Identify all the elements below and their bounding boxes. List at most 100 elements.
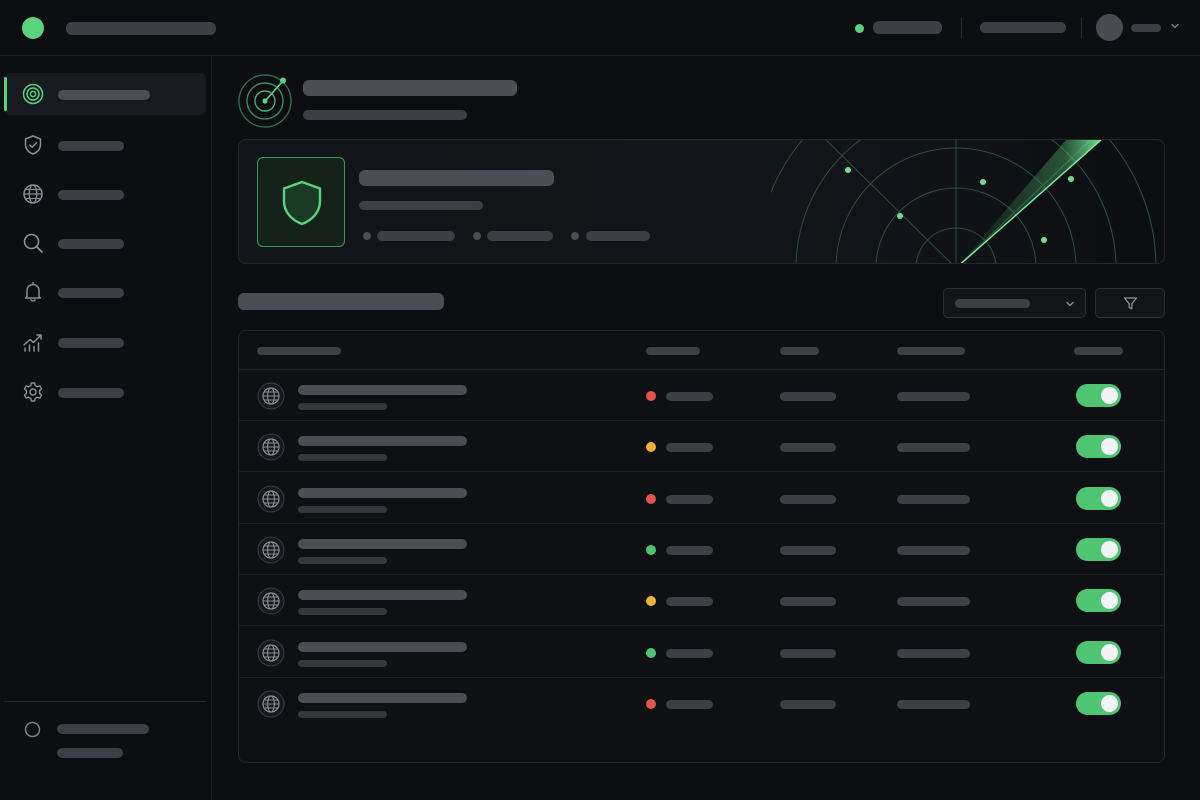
- sidebar-divider: [4, 701, 206, 702]
- table-row[interactable]: [239, 575, 1164, 627]
- table-row[interactable]: [239, 421, 1164, 473]
- enable-toggle[interactable]: [1076, 691, 1121, 715]
- enable-toggle[interactable]: [1076, 537, 1121, 561]
- sources-table: [238, 330, 1165, 763]
- row-name: [298, 692, 467, 703]
- sidebar-item-label: [58, 239, 124, 249]
- topbar-divider: [961, 18, 962, 38]
- row-cell: [897, 597, 970, 607]
- status-badge: [666, 494, 713, 504]
- status-badge: [666, 597, 713, 607]
- table-row[interactable]: [239, 524, 1164, 575]
- column-header[interactable]: [1074, 347, 1123, 355]
- row-cell: [780, 494, 836, 504]
- enable-toggle[interactable]: [1076, 486, 1121, 510]
- sidebar-footer-title[interactable]: [57, 724, 149, 734]
- top-nav-link[interactable]: [980, 22, 1066, 33]
- topbar-divider: [1081, 18, 1082, 38]
- enable-toggle[interactable]: [1076, 589, 1121, 613]
- status-dot: [646, 544, 656, 555]
- sidebar-item-radar[interactable]: [4, 73, 206, 115]
- enable-toggle[interactable]: [1076, 435, 1121, 459]
- shield-badge: [257, 157, 345, 247]
- column-header[interactable]: [646, 347, 700, 355]
- column-header[interactable]: [780, 347, 819, 355]
- row-cell: [780, 392, 836, 401]
- app-title: [66, 22, 216, 35]
- status-badge: [666, 545, 713, 555]
- row-subtitle: [298, 403, 387, 410]
- table-row[interactable]: [239, 627, 1164, 678]
- status-badge: [666, 392, 713, 401]
- card-meta-item: [586, 231, 650, 241]
- row-cell: [897, 443, 970, 453]
- radar-visualization: [771, 140, 1157, 263]
- row-cell: [897, 545, 970, 555]
- sidebar-item-settings[interactable]: [4, 371, 206, 413]
- status-badge: [666, 699, 713, 709]
- row-name: [298, 436, 467, 447]
- status-text: [873, 21, 942, 34]
- status-indicator-dot: [855, 24, 864, 33]
- row-cell: [897, 699, 970, 709]
- sidebar-item-globe[interactable]: [4, 173, 206, 215]
- shield-icon: [282, 180, 322, 226]
- chevron-down-icon[interactable]: [1169, 20, 1181, 32]
- status-dot: [646, 391, 656, 401]
- sidebar-item-shield[interactable]: [4, 124, 206, 166]
- row-name: [298, 538, 467, 549]
- sidebar-item-search[interactable]: [4, 222, 206, 264]
- app-logo-icon[interactable]: [22, 17, 44, 39]
- card-subtitle: [359, 201, 483, 210]
- filter-dropdown[interactable]: [943, 288, 1086, 318]
- sidebar-item-label: [58, 141, 124, 151]
- row-cell: [897, 648, 970, 658]
- meta-bullet: [473, 232, 481, 240]
- column-header[interactable]: [257, 347, 341, 355]
- row-cell: [780, 443, 836, 453]
- sidebar-item-alerts[interactable]: [4, 271, 206, 313]
- globe-icon: [23, 184, 43, 204]
- status-dot: [646, 698, 656, 709]
- section-title: [238, 293, 444, 310]
- avatar[interactable]: [1096, 14, 1123, 41]
- sidebar-item-label: [58, 90, 150, 100]
- shield-check-icon: [24, 135, 42, 155]
- filter-button[interactable]: [1095, 288, 1165, 318]
- globe-icon: [257, 382, 285, 410]
- table-row[interactable]: [239, 370, 1164, 421]
- page-subtitle: [303, 110, 467, 120]
- globe-icon: [257, 433, 285, 461]
- overview-card: [238, 139, 1165, 264]
- sidebar-footer-subtitle: [57, 748, 123, 758]
- card-meta-item: [487, 231, 553, 241]
- sidebar-item-label: [58, 338, 124, 348]
- search-icon: [23, 233, 43, 253]
- circle-icon[interactable]: [24, 721, 41, 738]
- row-cell: [780, 545, 836, 555]
- row-cell: [780, 597, 836, 607]
- row-name: [298, 590, 467, 601]
- table-row[interactable]: [239, 473, 1164, 524]
- row-cell: [780, 648, 836, 658]
- row-subtitle: [298, 710, 387, 718]
- globe-icon: [257, 639, 285, 666]
- trending-up-icon: [23, 334, 42, 352]
- column-header[interactable]: [897, 347, 965, 355]
- meta-bullet: [363, 232, 371, 240]
- status-dot: [646, 442, 656, 453]
- globe-icon: [257, 690, 285, 718]
- enable-toggle[interactable]: [1076, 640, 1121, 664]
- user-name[interactable]: [1131, 24, 1161, 32]
- globe-icon: [257, 587, 285, 615]
- row-subtitle: [298, 608, 387, 616]
- sidebar-item-analytics[interactable]: [4, 321, 206, 363]
- table-row[interactable]: [239, 678, 1164, 729]
- status-badge: [666, 443, 713, 453]
- enable-toggle[interactable]: [1076, 384, 1121, 407]
- row-subtitle: [298, 505, 387, 513]
- status-dot: [646, 647, 656, 658]
- dropdown-selected-value: [955, 299, 1030, 308]
- row-name: [298, 487, 467, 498]
- status-dot: [646, 493, 656, 504]
